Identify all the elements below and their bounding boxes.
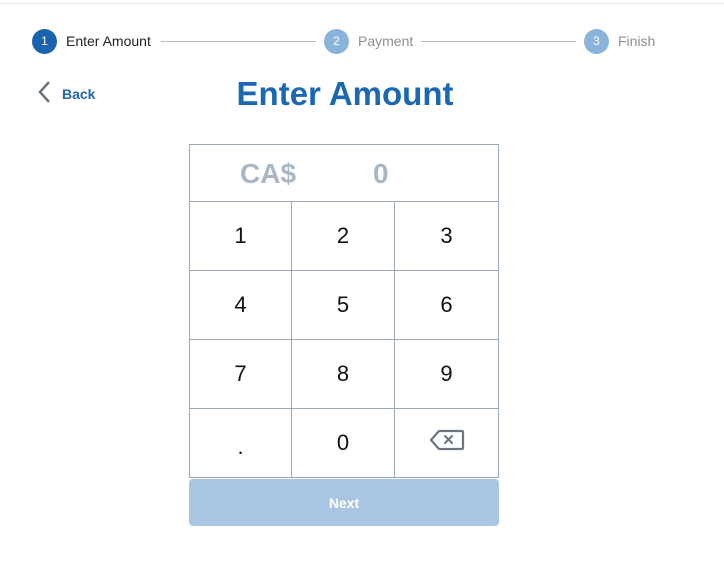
key-6[interactable]: 6 xyxy=(395,271,499,340)
key-4[interactable]: 4 xyxy=(189,271,292,340)
key-7[interactable]: 7 xyxy=(189,340,292,409)
step-connector xyxy=(421,41,576,42)
step-1-label: Enter Amount xyxy=(66,33,151,49)
top-divider xyxy=(0,0,724,4)
backspace-button[interactable] xyxy=(395,409,499,478)
currency-code: CA$ xyxy=(240,158,297,189)
step-3-label: Finish xyxy=(618,33,656,49)
key-2[interactable]: 2 xyxy=(292,202,395,271)
key-3[interactable]: 3 xyxy=(395,202,499,271)
key-decimal[interactable]: . xyxy=(189,409,292,478)
step-connector xyxy=(161,41,316,42)
backspace-icon xyxy=(429,429,465,457)
amount-keypad: CA$ 0 1 2 3 4 5 6 7 8 9 . 0 Next xyxy=(189,144,499,526)
key-5[interactable]: 5 xyxy=(292,271,395,340)
amount-display: CA$ 0 xyxy=(189,144,499,202)
step-3-circle: 3 xyxy=(584,29,609,54)
next-button[interactable]: Next xyxy=(189,479,499,526)
key-0[interactable]: 0 xyxy=(292,409,395,478)
page-title: Enter Amount xyxy=(236,75,454,112)
key-1[interactable]: 1 xyxy=(189,202,292,271)
progress-stepper: 1 Enter Amount 2 Payment 3 Finish xyxy=(32,29,672,54)
step-2-circle: 2 xyxy=(324,29,349,54)
step-2-label: Payment xyxy=(358,33,414,49)
step-1-circle: 1 xyxy=(32,29,57,54)
key-9[interactable]: 9 xyxy=(395,340,499,409)
key-8[interactable]: 8 xyxy=(292,340,395,409)
amount-value: 0 xyxy=(373,158,389,189)
